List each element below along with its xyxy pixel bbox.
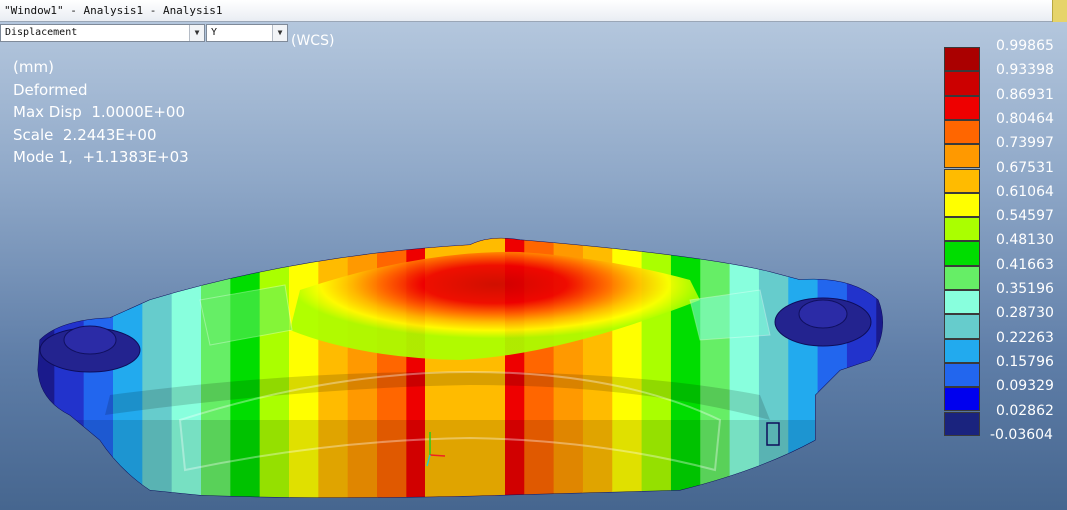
legend-label: 0.67531 bbox=[996, 159, 1054, 176]
legend-label: 0.86931 bbox=[996, 86, 1054, 103]
legend-label: 0.99865 bbox=[996, 38, 1054, 54]
legend-label: 0.41663 bbox=[996, 256, 1054, 273]
legend-label: 0.15796 bbox=[996, 353, 1054, 370]
legend-label: -0.03604 bbox=[990, 426, 1053, 443]
legend-label: 0.73997 bbox=[996, 135, 1054, 152]
fringe-band bbox=[846, 238, 877, 498]
legend-swatch bbox=[944, 47, 980, 72]
fringe-band bbox=[38, 238, 55, 498]
legend-swatch bbox=[944, 119, 980, 145]
legend-swatch bbox=[944, 241, 980, 266]
legend-swatch bbox=[944, 265, 980, 290]
legend-label: 0.22263 bbox=[996, 329, 1054, 346]
legend-label: 0.28730 bbox=[996, 305, 1054, 322]
legend-swatch bbox=[944, 290, 980, 315]
legend-swatch bbox=[944, 95, 980, 120]
fringe-band bbox=[787, 238, 818, 498]
legend-swatch bbox=[944, 387, 980, 412]
legend-label: 0.35196 bbox=[996, 281, 1054, 297]
legend-swatch bbox=[944, 168, 980, 193]
legend-label: 0.09329 bbox=[996, 378, 1054, 395]
fringe-plot-model[interactable] bbox=[0, 0, 1067, 510]
legend-swatch bbox=[944, 338, 980, 363]
legend-swatch bbox=[944, 362, 980, 388]
legend-swatch bbox=[944, 217, 980, 242]
legend-label: 0.54597 bbox=[996, 208, 1054, 225]
legend-swatch bbox=[944, 192, 980, 218]
legend-label: 0.80464 bbox=[996, 110, 1054, 127]
fringe-band bbox=[875, 238, 883, 498]
left-boss-top bbox=[63, 325, 117, 355]
fringe-band bbox=[817, 238, 847, 498]
legend-label: 0.93398 bbox=[996, 62, 1054, 79]
legend-swatch bbox=[944, 411, 980, 436]
fringe-band bbox=[758, 238, 789, 498]
legend-swatch bbox=[944, 314, 980, 339]
legend-label: 0.48130 bbox=[996, 232, 1054, 249]
legend-swatch bbox=[944, 144, 980, 169]
legend-label: 0.61064 bbox=[996, 183, 1054, 200]
legend-label: 0.02862 bbox=[996, 402, 1054, 419]
right-boss-top bbox=[798, 299, 848, 329]
model-shading bbox=[38, 420, 883, 498]
legend-swatch bbox=[944, 71, 980, 96]
